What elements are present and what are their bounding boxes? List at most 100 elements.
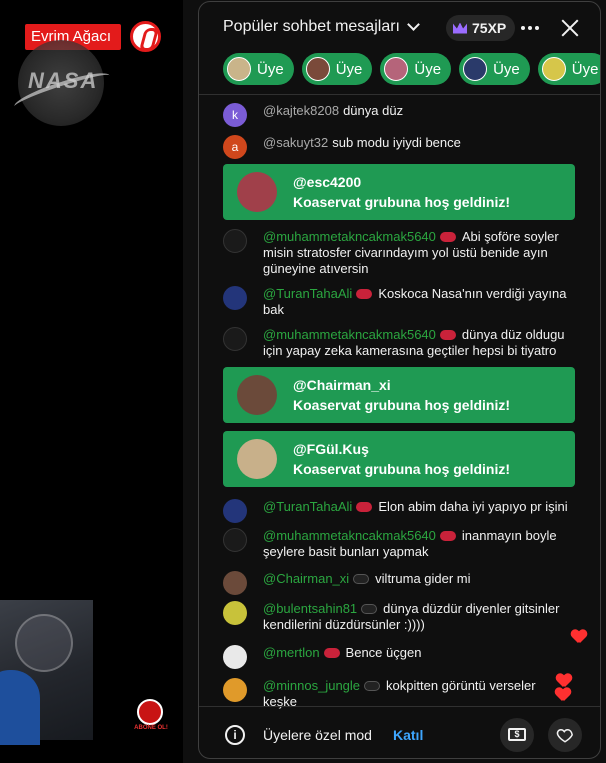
author-name[interactable]: @TuranTahaAli [263, 286, 352, 301]
chat-message[interactable]: k @kajtek8208 dünya düz [223, 103, 573, 127]
chevron-down-icon [407, 18, 420, 31]
author-name[interactable]: @Chairman_xi [293, 375, 510, 395]
live-chat-panel: Popüler sohbet mesajları 75XP Üye Üye Üy… [198, 1, 601, 759]
video-player[interactable]: Evrim Ağacı NASA ABONE OL! [0, 0, 183, 763]
avatar[interactable] [237, 375, 277, 415]
member-badge-icon [323, 648, 340, 658]
member-badge-icon [439, 531, 456, 541]
avatar[interactable]: k [223, 103, 247, 127]
avatar[interactable] [223, 286, 247, 310]
super-chat-icon: $ [508, 728, 526, 741]
author-name[interactable]: @kajtek8208 [263, 103, 339, 118]
chip-label: Üye [493, 60, 520, 78]
chat-message[interactable]: a @sakuyt32 sub modu iyiydi bence [223, 135, 573, 159]
welcome-text: Koaservat grubuna hoş geldiniz! [293, 397, 511, 413]
chip-avatar [541, 57, 566, 81]
chat-message[interactable]: @muhammetakncakmak5640 inanmayın boyle şe… [223, 528, 573, 560]
member-badge-icon [364, 681, 381, 691]
xp-badge[interactable]: 75XP [446, 15, 516, 41]
avatar[interactable] [223, 601, 247, 625]
subscribe-logo [137, 699, 163, 725]
author-name[interactable]: @muhammetakncakmak5640 [263, 229, 436, 244]
emblem-image [15, 614, 73, 672]
membership-welcome[interactable]: @Chairman_xi Koaservat grubuna hoş geldi… [223, 367, 575, 423]
membership-welcome[interactable]: @FGül.Kuş Koaservat grubuna hoş geldiniz… [223, 431, 575, 487]
author-name[interactable]: @sakuyt32 [263, 135, 328, 150]
member-badge-icon [439, 330, 456, 340]
message-text: Elon abim daha iyi yapıyo pr işini [378, 499, 568, 514]
member-badge-icon [356, 289, 373, 299]
author-name[interactable]: @Chairman_xi [263, 571, 349, 586]
chip-avatar [227, 57, 251, 81]
member-chip[interactable]: Üye [301, 53, 373, 85]
author-name[interactable]: @minnos_jungle [263, 678, 360, 693]
close-icon[interactable] [560, 18, 580, 38]
avatar[interactable] [223, 327, 247, 351]
author-name[interactable]: @esc4200 [293, 172, 510, 192]
member-badge-icon [439, 232, 456, 242]
avatar[interactable] [223, 571, 247, 595]
author-name[interactable]: @muhammetakncakmak5640 [263, 528, 436, 543]
crown-icon [453, 22, 467, 34]
avatar[interactable] [237, 439, 277, 479]
message-text: sub modu iyiydi bence [332, 135, 461, 150]
members-only-mode-text: Üyelere özel mod [263, 727, 372, 743]
member-chips-row: Üye Üye Üye Üye Üye [223, 53, 600, 85]
chip-label: Üye [257, 60, 284, 78]
chat-message[interactable]: @TuranTahaAli Elon abim daha iyi yapıyo p… [223, 499, 573, 523]
chip-avatar [384, 57, 409, 81]
chat-message[interactable]: @Chairman_xi viltruma gider mi [223, 571, 573, 595]
membership-welcome[interactable]: @esc4200 Koaservat grubuna hoş geldiniz! [223, 164, 575, 220]
member-chip[interactable]: Üye [223, 53, 294, 85]
author-name[interactable]: @muhammetakncakmak5640 [263, 327, 436, 342]
message-text: Bence üçgen [345, 645, 422, 660]
welcome-text: Koaservat grubuna hoş geldiniz! [293, 194, 511, 210]
super-chat-button[interactable]: $ [500, 718, 534, 752]
xp-value: 75XP [472, 20, 507, 36]
chip-avatar [463, 57, 488, 81]
message-text: dünya düz [343, 103, 404, 118]
avatar[interactable] [223, 645, 247, 669]
member-chip[interactable]: Üye [537, 53, 600, 85]
avatar[interactable] [223, 678, 247, 702]
message-text: viltruma gider mi [375, 571, 471, 586]
chat-header: Popüler sohbet mesajları 75XP [199, 2, 600, 54]
member-chip[interactable]: Üye [459, 53, 530, 85]
header-divider [199, 94, 600, 95]
member-badge-icon [361, 604, 378, 614]
more-vert-icon[interactable] [521, 26, 539, 30]
author-name[interactable]: @mertlon [263, 645, 320, 660]
evrim-agaci-logo [130, 21, 161, 52]
author-name[interactable]: @FGül.Kuş [293, 439, 510, 459]
avatar[interactable] [223, 528, 247, 552]
camera-inset [0, 600, 93, 745]
like-button[interactable] [548, 718, 582, 752]
welcome-text: Koaservat grubuna hoş geldiniz! [293, 461, 511, 477]
chat-message[interactable]: @mertlon Bence üçgen [223, 645, 573, 669]
avatar[interactable] [237, 172, 277, 212]
chat-message[interactable]: @TuranTahaAli Koskoca Nasa'nın verdiği ya… [223, 286, 573, 318]
member-badge-icon [356, 502, 373, 512]
author-name[interactable]: @TuranTahaAli [263, 499, 352, 514]
person-silhouette [0, 670, 40, 745]
nasa-logo-text: NASA [28, 68, 99, 93]
info-icon[interactable]: i [225, 725, 245, 745]
avatar[interactable]: a [223, 135, 247, 159]
join-button[interactable]: Katıl [393, 727, 423, 743]
avatar[interactable] [223, 229, 247, 253]
chip-avatar [305, 57, 330, 81]
chip-label: Üye [414, 60, 442, 78]
chat-message[interactable]: @muhammetakncakmak5640 dünya düz oldugu i… [223, 327, 573, 359]
chat-footer: i Üyelere özel mod Katıl $ [199, 706, 600, 758]
chat-mode-dropdown[interactable]: Popüler sohbet mesajları [223, 18, 420, 36]
chip-label: Üye [571, 60, 599, 78]
reaction-heart-icon [555, 688, 571, 702]
chat-message[interactable]: @bulentsahin81 dünya düzdür diyenler gits… [223, 601, 573, 633]
chat-mode-label: Popüler sohbet mesajları [223, 18, 400, 35]
member-chip[interactable]: Üye [380, 53, 452, 85]
subscribe-logo-text: ABONE OL! [134, 725, 168, 731]
chat-message[interactable]: @muhammetakncakmak5640 Abi şoföre soyler … [223, 229, 573, 277]
heart-icon [556, 728, 573, 743]
avatar[interactable] [223, 499, 247, 523]
author-name[interactable]: @bulentsahin81 [263, 601, 357, 616]
